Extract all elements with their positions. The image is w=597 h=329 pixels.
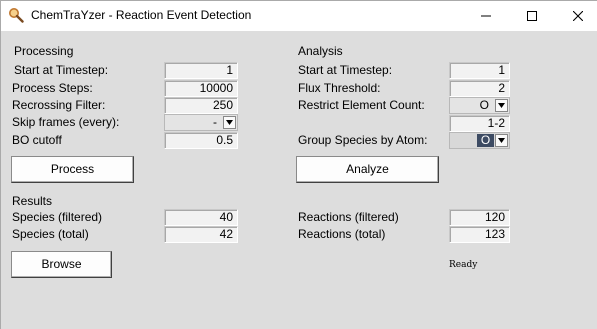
recrossing-filter-label: Recrossing Filter: — [12, 98, 106, 112]
main-panel: Processing Start at Timestep: 1 Process … — [1, 31, 597, 329]
close-button[interactable] — [555, 1, 597, 31]
browse-button[interactable]: Browse — [11, 251, 112, 278]
analysis-start-timestep-label: Start at Timestep: — [298, 63, 393, 77]
restrict-element-label: Restrict Element Count: — [298, 98, 425, 112]
species-filtered-value: 40 — [164, 209, 238, 226]
maximize-button[interactable] — [509, 1, 555, 31]
skip-frames-label: Skip frames (every): — [12, 115, 120, 129]
skip-frames-dropdown[interactable]: - — [164, 114, 238, 131]
minimize-icon — [481, 11, 491, 21]
close-icon — [573, 11, 583, 21]
species-total-label: Species (total) — [12, 227, 89, 241]
restrict-element-dropdown[interactable]: O — [449, 97, 510, 114]
bo-cutoff-label: BO cutoff — [12, 133, 62, 147]
process-start-timestep-label: Start at Timestep: — [14, 63, 109, 77]
reactions-filtered-label: Reactions (filtered) — [298, 210, 399, 224]
magnifier-icon — [8, 7, 24, 23]
reactions-total-label: Reactions (total) — [298, 227, 386, 241]
analysis-section-label: Analysis — [298, 44, 343, 58]
status-text: Ready — [449, 260, 478, 270]
process-steps-input[interactable]: 10000 — [164, 80, 238, 97]
group-by-atom-value: O — [477, 134, 494, 147]
process-button[interactable]: Process — [11, 156, 134, 183]
bo-cutoff-input[interactable]: 0.5 — [164, 132, 238, 149]
process-steps-label: Process Steps: — [12, 81, 93, 95]
restrict-element-value: O — [479, 98, 489, 112]
title-bar[interactable]: ChemTraYzer - Reaction Event Detection — [1, 1, 597, 31]
window-title: ChemTraYzer - Reaction Event Detection — [31, 8, 252, 22]
flux-threshold-label: Flux Threshold: — [298, 81, 381, 95]
chevron-down-icon[interactable] — [223, 116, 236, 129]
analyze-button[interactable]: Analyze — [296, 156, 439, 183]
results-section-label: Results — [12, 194, 53, 208]
chevron-down-icon[interactable] — [495, 99, 508, 112]
analysis-start-timestep-input[interactable]: 1 — [449, 62, 510, 79]
species-filtered-label: Species (filtered) — [12, 210, 103, 224]
restrict-element-range-input[interactable]: 1-2 — [449, 115, 510, 132]
flux-threshold-input[interactable]: 2 — [449, 80, 510, 97]
group-by-atom-dropdown[interactable]: O — [449, 132, 510, 149]
species-total-value: 42 — [164, 226, 238, 243]
skip-frames-value: - — [213, 115, 217, 129]
reactions-filtered-value: 120 — [449, 209, 510, 226]
group-by-atom-label: Group Species by Atom: — [298, 133, 428, 147]
processing-section-label: Processing — [14, 44, 74, 58]
process-start-timestep-input[interactable]: 1 — [164, 62, 238, 79]
chevron-down-icon[interactable] — [495, 134, 508, 147]
recrossing-filter-input[interactable]: 250 — [164, 97, 238, 114]
maximize-icon — [527, 11, 537, 21]
app-window: ChemTraYzer - Reaction Event Detection P… — [0, 0, 597, 329]
minimize-button[interactable] — [463, 1, 509, 31]
reactions-total-value: 123 — [449, 226, 510, 243]
